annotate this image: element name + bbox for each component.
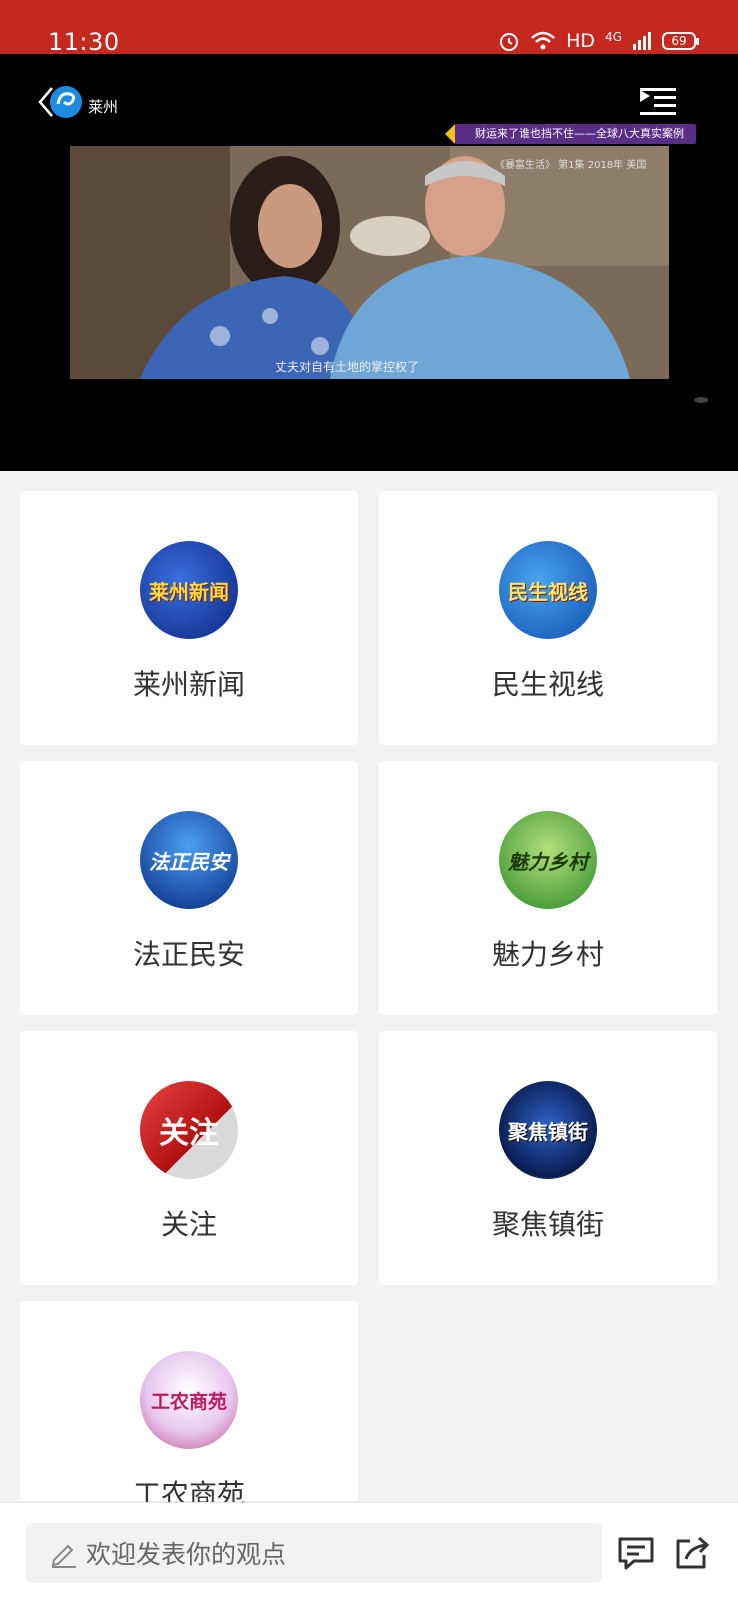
program-card-minsheng[interactable]: 民生视线 民生视线 — [379, 491, 717, 745]
pencil-icon — [51, 1544, 76, 1568]
program-badge: 莱州新闻 — [149, 579, 229, 604]
status-bar: 11:30 HD 4G 69 — [0, 0, 738, 56]
channel-logo-text: 莱州 — [88, 97, 119, 116]
video-caption: 《暴富生活》 第1集 2018年 美国 — [495, 160, 647, 171]
program-label: 聚焦镇街 — [491, 1208, 604, 1241]
video-scene-image — [70, 146, 669, 379]
program-label: 魅力乡村 — [491, 938, 604, 971]
battery-icon: 69 — [662, 32, 699, 50]
program-thumb-gongnong: 工农商苑 — [140, 1351, 238, 1449]
program-label: 莱州新闻 — [132, 668, 245, 701]
program-thumb-meili: 魅力乡村 — [499, 811, 597, 909]
channel-logo: 莱州 — [38, 82, 118, 122]
program-label: 关注 — [160, 1208, 217, 1241]
player-indicator — [694, 397, 708, 403]
program-card-gongnong[interactable]: 工农商苑 工农商苑 — [20, 1301, 358, 1511]
network-label: HD — [566, 30, 596, 52]
program-thumb-jujiao: 聚焦镇街 — [499, 1081, 597, 1179]
status-time: 11:30 — [48, 28, 120, 56]
video-frame: 《暴富生活》 第1集 2018年 美国 丈夫对自有土地的掌控权了 — [70, 146, 669, 379]
program-card-guanzhu[interactable]: 关注 关注 — [20, 1031, 358, 1285]
signal-icon — [633, 32, 651, 50]
program-card-fazheng[interactable]: 法正民安 法正民安 — [20, 761, 358, 1015]
wifi-icon — [531, 31, 555, 50]
playlist-menu-icon[interactable] — [638, 88, 678, 120]
video-subtitle: 丈夫对自有土地的掌控权了 — [275, 360, 420, 374]
program-thumb-minsheng: 民生视线 — [499, 541, 597, 639]
app-root: 11:30 HD 4G 69 莱州 财运来了谁也挡不住——全球八大真实案例 《暴… — [0, 0, 738, 1600]
program-label: 民生视线 — [491, 668, 604, 701]
program-card-meili[interactable]: 魅力乡村 魅力乡村 — [379, 761, 717, 1015]
comment-input[interactable]: 欢迎发表你的观点 — [26, 1523, 602, 1583]
program-card-jujiao[interactable]: 聚焦镇街 聚焦镇街 — [379, 1031, 717, 1285]
cell-label: 4G — [605, 30, 622, 44]
program-badge: 魅力乡村 — [508, 849, 588, 874]
channel-logo-icon — [38, 86, 82, 118]
program-label: 法正民安 — [132, 938, 245, 971]
program-card-laizhou-news[interactable]: 莱州新闻 莱州新闻 — [20, 491, 358, 745]
program-thumb-laizhou-news: 莱州新闻 — [140, 541, 238, 639]
comment-bar: 欢迎发表你的观点 — [0, 1502, 738, 1600]
promo-banner: 财运来了谁也挡不住——全球八大真实案例 — [445, 124, 696, 144]
status-icons: HD 4G 69 — [498, 30, 699, 52]
program-badge: 工农商苑 — [150, 1390, 227, 1413]
program-badge: 民生视线 — [508, 579, 588, 604]
program-thumb-fazheng: 法正民安 — [140, 811, 238, 909]
program-badge: 关注 — [159, 1116, 219, 1151]
program-badge: 法正民安 — [149, 849, 229, 874]
alarm-icon — [500, 33, 519, 51]
comment-placeholder: 欢迎发表你的观点 — [86, 1540, 287, 1569]
comment-icon[interactable] — [616, 1533, 656, 1573]
program-thumb-guanzhu: 关注 — [140, 1081, 238, 1179]
share-icon[interactable] — [672, 1533, 712, 1573]
video-player[interactable]: 莱州 财运来了谁也挡不住——全球八大真实案例 《暴富生活》 第1集 2018年 … — [0, 54, 738, 471]
program-badge: 聚焦镇街 — [508, 1119, 588, 1144]
